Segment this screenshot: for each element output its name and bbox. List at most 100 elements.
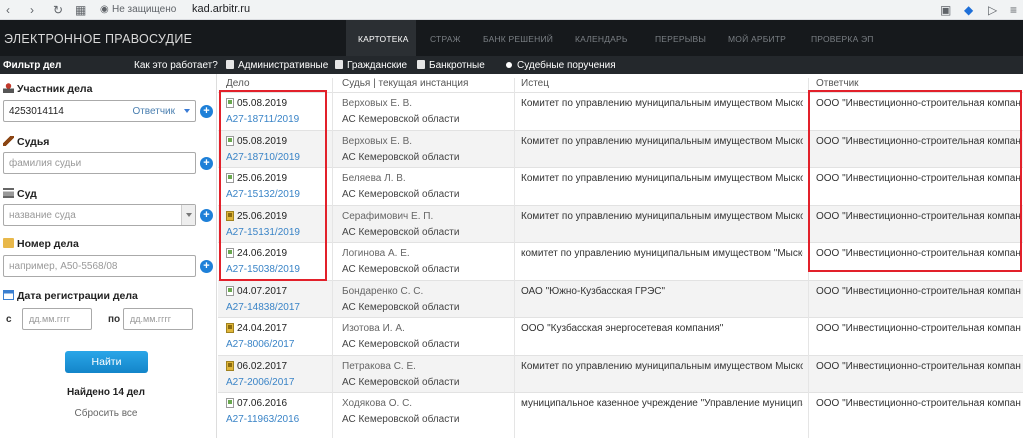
reload-icon[interactable]: ↻ xyxy=(53,3,63,17)
filter-title: Фильтр дел xyxy=(3,60,62,71)
document-icon xyxy=(417,60,425,69)
courthouse-icon xyxy=(3,188,14,198)
address-bar[interactable]: kad.arbitr.ru xyxy=(192,3,250,15)
case-date: 05.08.2019 xyxy=(226,98,287,109)
court-select[interactable]: название суда xyxy=(3,204,196,226)
court-instance: АС Кемеровской области xyxy=(342,301,460,313)
court-instance: АС Кемеровской области xyxy=(342,114,460,125)
tab-pereryvy[interactable]: ПЕРЕРЫВЫ xyxy=(655,34,706,44)
tab-kartoteka[interactable]: КАРТОТЕКА xyxy=(358,34,409,44)
table-row[interactable]: 06.02.2017 А27-2006/2017 Петракова С. Е. АС… xyxy=(218,354,1023,393)
date-to-label: по xyxy=(108,314,121,325)
top-navigation: ЭЛЕКТРОННОЕ ПРАВОСУДИЕ КАРТОТЕКА СТРАЖ Б… xyxy=(0,20,1023,56)
document-icon xyxy=(335,60,343,69)
type-bankruptcy[interactable]: Банкротные xyxy=(417,60,485,71)
tab-moy-arbitr[interactable]: МОЙ АРБИТР xyxy=(728,34,786,44)
camera-icon[interactable]: ▣ xyxy=(940,3,951,17)
court-instance: АС Кемеровской области xyxy=(342,414,460,425)
reset-all-link[interactable]: Сбросить все xyxy=(0,408,212,419)
column-divider xyxy=(332,78,333,438)
table-row[interactable]: 24.04.2017 А27-8006/2017 Изотова И. А. АС К… xyxy=(218,317,1023,355)
defendant-name: ООО "Инвестиционно-строительная компания… xyxy=(816,398,1021,409)
table-row[interactable]: 25.06.2019 А27-15131/2019 Серафимович Е. П… xyxy=(218,204,1023,243)
chevron-down-icon[interactable] xyxy=(184,109,190,113)
tab-proverka-ep[interactable]: ПРОВЕРКА ЭП xyxy=(811,34,874,44)
table-row[interactable]: 05.08.2019 А27-18710/2019 Верховых Е. В. АС… xyxy=(218,129,1023,168)
judge-name: Серафимович Е. П. xyxy=(342,210,434,222)
judge-name: Бондаренко С. С. xyxy=(342,285,424,297)
back-icon[interactable]: ‹ xyxy=(6,3,10,17)
add-judge-button[interactable]: + xyxy=(200,157,213,170)
tab-calendar[interactable]: КАЛЕНДАРЬ xyxy=(575,34,628,44)
apps-icon[interactable]: ▦ xyxy=(75,3,86,17)
judge-name: Петракова С. Е. xyxy=(342,360,416,372)
date-to-input[interactable]: дд.мм.гггг xyxy=(123,308,193,330)
table-row[interactable]: 25.06.2019 А27-15132/2019 Беляева Л. В. АС … xyxy=(218,167,1023,205)
plaintiff-name: комитет по управлению муниципальным имущ… xyxy=(521,248,803,259)
add-court-button[interactable]: + xyxy=(200,209,213,222)
add-case-number-button[interactable]: + xyxy=(200,260,213,273)
defendant-name: ООО "Инвестиционно-строительная компания… xyxy=(816,173,1021,184)
case-date: 07.06.2016 xyxy=(226,398,287,409)
defendant-name: ООО "Инвестиционно-строительная компания… xyxy=(816,248,1021,259)
case-file-icon xyxy=(226,398,234,408)
header-case[interactable]: Дело xyxy=(226,78,250,89)
header-judge[interactable]: Судья | текущая инстанция xyxy=(342,78,468,89)
site-brand[interactable]: ЭЛЕКТРОННОЕ ПРАВОСУДИЕ xyxy=(4,32,192,46)
judge-name: Логинова А. Е. xyxy=(342,248,410,259)
add-participant-button[interactable]: + xyxy=(200,105,213,118)
find-button[interactable]: Найти xyxy=(65,351,148,373)
security-status: Не защищено xyxy=(112,4,177,15)
table-row[interactable]: 04.07.2017 А27-14838/2017 Бондаренко С. С.… xyxy=(218,279,1023,318)
registration-date-label: Дата регистрации дела xyxy=(3,290,138,302)
type-administrative[interactable]: Административные xyxy=(226,60,328,71)
type-civil[interactable]: Гражданские xyxy=(335,60,407,71)
how-it-works-link[interactable]: Как это работает? xyxy=(134,60,218,71)
case-number-link[interactable]: А27-18711/2019 xyxy=(226,114,299,125)
judge-name: Ходякова О. С. xyxy=(342,398,413,409)
participant-input[interactable]: 4253014114 Ответчик xyxy=(3,100,196,122)
case-number-link[interactable]: А27-18710/2019 xyxy=(226,152,300,163)
defendant-name: ООО "Инвестиционно-строительная компания… xyxy=(816,135,1021,147)
header-plaintiff[interactable]: Истец xyxy=(521,78,549,89)
bullet-icon xyxy=(506,62,512,68)
participant-role-select[interactable]: Ответчик xyxy=(132,106,175,117)
case-date: 04.07.2017 xyxy=(226,285,287,297)
plaintiff-name: Комитет по управлению муниципальным имущ… xyxy=(521,98,803,109)
table-row[interactable]: 24.06.2019 А27-15038/2019 Логинова А. Е. АС… xyxy=(218,242,1023,280)
defendant-name: ООО "Инвестиционно-строительная компания… xyxy=(816,285,1021,297)
case-file-icon xyxy=(226,285,234,296)
table-row[interactable]: 07.06.2016 А27-11963/2016 Ходякова О. С. АС… xyxy=(218,392,1023,430)
share-icon[interactable]: ▷ xyxy=(988,3,997,17)
court-instance: АС Кемеровской области xyxy=(342,226,460,238)
extension-icon[interactable]: ◆ xyxy=(964,3,973,17)
judge-input[interactable]: фамилия судьи xyxy=(3,152,196,174)
tab-bank-resheniy[interactable]: БАНК РЕШЕНИЙ xyxy=(483,34,553,44)
type-court-orders[interactable]: Судебные поручения xyxy=(506,60,616,71)
results-count: Найдено 14 дел xyxy=(67,387,145,398)
case-number-link[interactable]: А27-15132/2019 xyxy=(226,189,300,200)
tab-strazh[interactable]: СТРАЖ xyxy=(430,34,461,44)
case-file-icon xyxy=(226,360,234,371)
case-number-link[interactable]: А27-15038/2019 xyxy=(226,264,300,275)
header-defendant[interactable]: Ответчик xyxy=(816,78,859,89)
plaintiff-name: Комитет по управлению муниципальным имущ… xyxy=(521,360,803,372)
plaintiff-name: Комитет по управлению муниципальным имущ… xyxy=(521,210,803,222)
case-number-link[interactable]: А27-14838/2017 xyxy=(226,302,300,313)
case-number-link[interactable]: А27-15131/2019 xyxy=(226,227,300,238)
case-file-icon xyxy=(226,173,234,183)
forward-icon[interactable]: › xyxy=(30,3,34,17)
date-from-label: с xyxy=(6,314,12,325)
judge-name: Верховых Е. В. xyxy=(342,98,413,109)
table-row[interactable]: 05.08.2019 А27-18711/2019 Верховых Е. В. АС… xyxy=(218,92,1023,130)
gavel-icon xyxy=(3,136,14,146)
case-number-link[interactable]: А27-2006/2017 xyxy=(226,377,294,388)
case-number-input[interactable]: например, А50-5568/08 xyxy=(3,255,196,277)
case-number-link[interactable]: А27-8006/2017 xyxy=(226,339,294,350)
chevron-down-icon[interactable] xyxy=(181,205,195,225)
court-label: Суд xyxy=(3,188,37,200)
date-from-input[interactable]: дд.мм.гггг xyxy=(22,308,92,330)
menu-icon[interactable]: ≡ xyxy=(1010,3,1017,17)
case-number-link[interactable]: А27-11963/2016 xyxy=(226,414,299,425)
court-instance: АС Кемеровской области xyxy=(342,189,460,200)
